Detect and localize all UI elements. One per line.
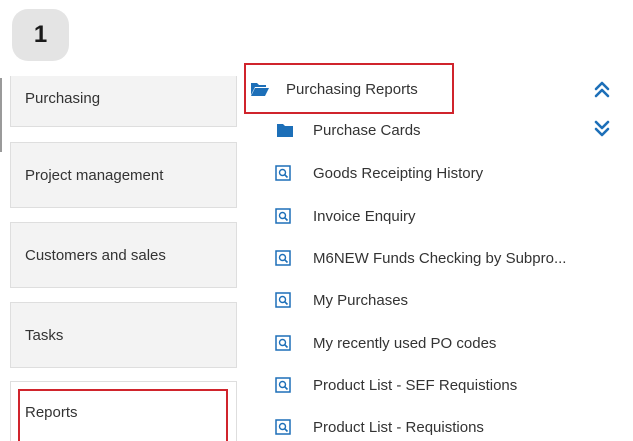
tree-item-label: Purchase Cards (313, 121, 421, 139)
collapse-all-icon[interactable] (593, 80, 611, 98)
tree-item-label: My recently used PO codes (313, 334, 497, 352)
tree-item-label: My Purchases (313, 291, 409, 309)
tree-item-goods-receipting-history[interactable]: Goods Receipting History (275, 160, 483, 186)
tree-item-my-purchases[interactable]: My Purchases (275, 287, 408, 313)
report-icon (275, 292, 291, 308)
tree-item-label: Product List - SEF Requistions (313, 376, 518, 394)
nav-item-project-management[interactable]: Project management (10, 142, 237, 208)
tree-item-product-list-requistions[interactable]: Product List - Requistions (275, 414, 484, 440)
nav-item-reports[interactable]: Reports (10, 381, 237, 441)
nav-item-label: Project management (25, 166, 164, 184)
report-icon (275, 208, 291, 224)
tree-folder-purchasing-reports[interactable]: Purchasing Reports (250, 76, 418, 102)
folder-icon (277, 124, 293, 137)
tree-item-purchase-cards[interactable]: Purchase Cards (275, 117, 421, 143)
tree-item-label: Product List - Requistions (313, 418, 484, 436)
report-icon (275, 377, 291, 393)
step-number-badge: 1 (12, 9, 69, 61)
tree-item-invoice-enquiry[interactable]: Invoice Enquiry (275, 203, 416, 229)
report-icon (275, 335, 291, 351)
nav-item-label: Customers and sales (25, 246, 166, 264)
tree-item-m6new-funds-checking[interactable]: M6NEW Funds Checking by Subpro... (275, 245, 566, 271)
nav-item-tasks[interactable]: Tasks (10, 302, 237, 368)
tree-item-label: Invoice Enquiry (313, 207, 416, 225)
report-icon (275, 165, 291, 181)
report-icon (275, 419, 291, 435)
tree-item-my-recently-used-po-codes[interactable]: My recently used PO codes (275, 330, 496, 356)
nav-item-label: Purchasing (25, 90, 101, 107)
report-icon (275, 250, 291, 266)
nav-item-label: Tasks (25, 326, 64, 344)
expand-all-icon[interactable] (593, 120, 611, 138)
tree-item-label: M6NEW Funds Checking by Subpro... (313, 249, 567, 267)
tree-folder-label: Purchasing Reports (286, 80, 418, 98)
folder-open-icon (251, 83, 269, 96)
tree-item-product-list-sef-requistions[interactable]: Product List - SEF Requistions (275, 372, 517, 398)
nav-item-customers-and-sales[interactable]: Customers and sales (10, 222, 237, 288)
nav-item-label: Reports (25, 404, 78, 421)
left-divider (0, 78, 2, 152)
tree-item-label: Goods Receipting History (313, 164, 484, 182)
nav-item-purchasing[interactable]: Purchasing (10, 76, 237, 127)
